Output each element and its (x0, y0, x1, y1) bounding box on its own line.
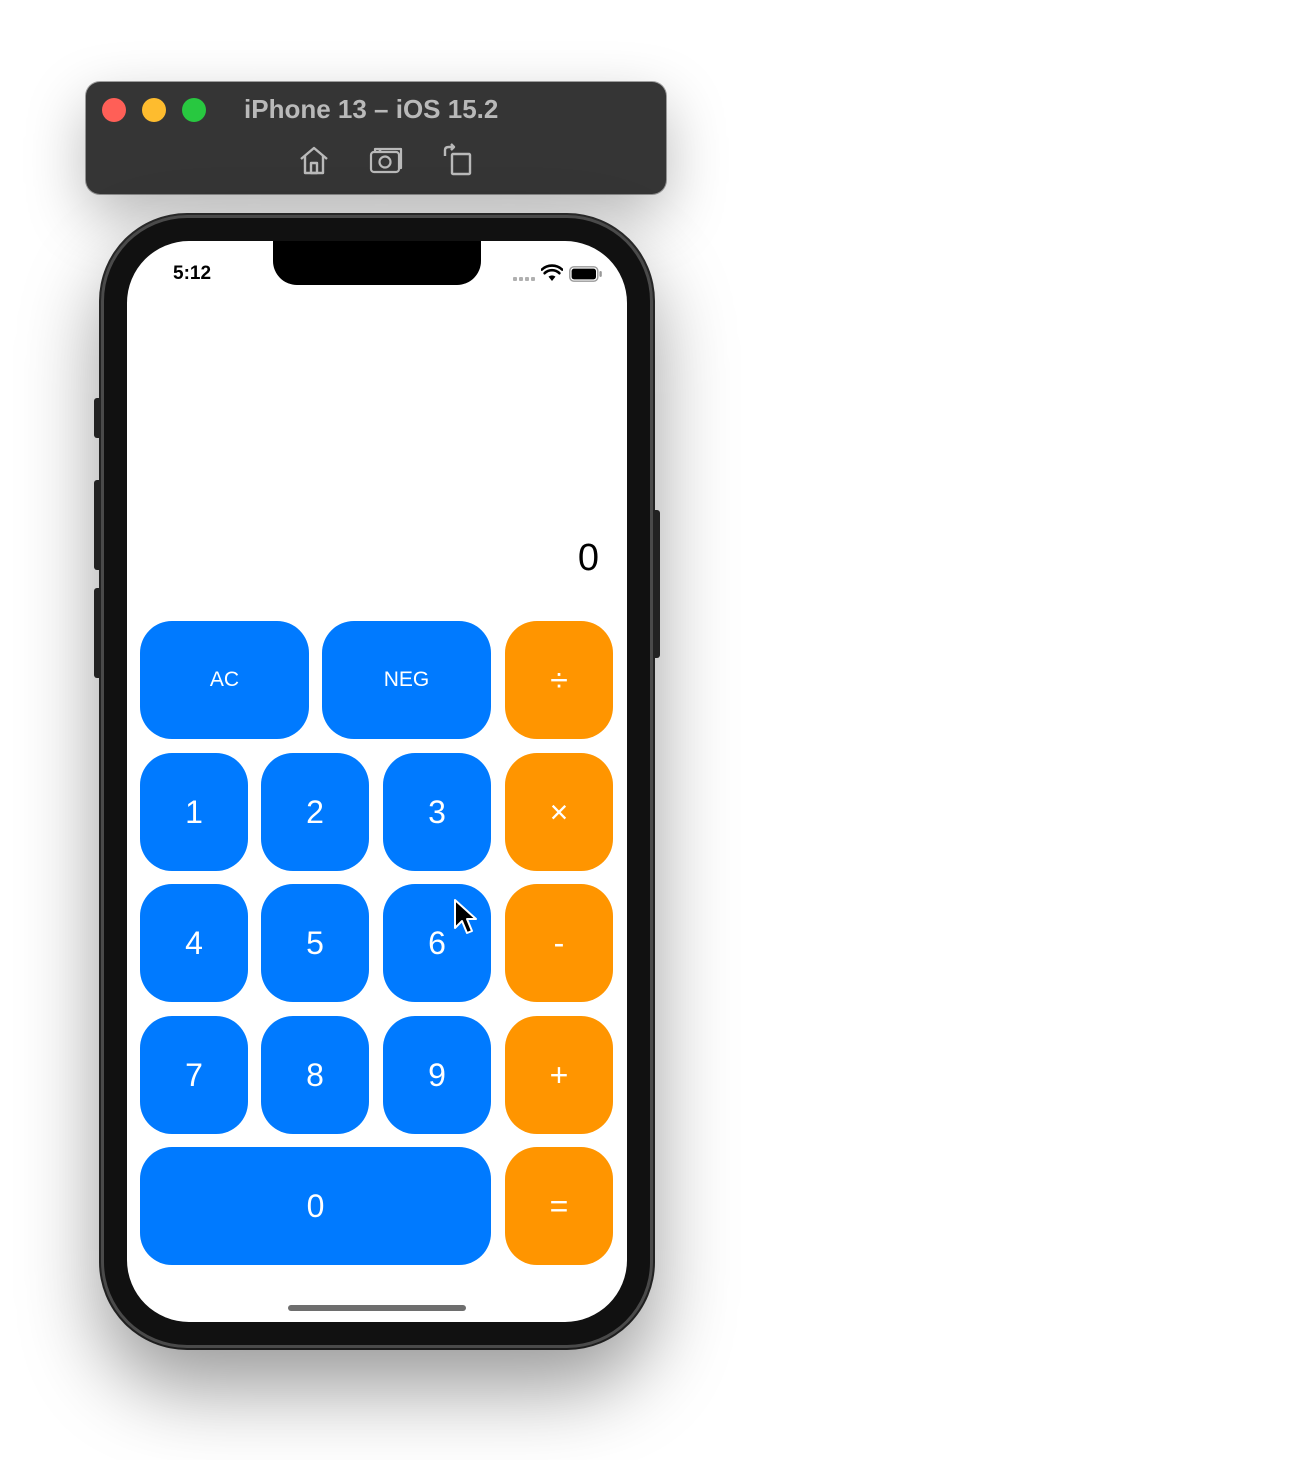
equals-button[interactable]: = (505, 1147, 613, 1265)
minus-button[interactable]: - (505, 884, 613, 1002)
mouse-cursor-icon (454, 899, 477, 934)
notch (273, 241, 481, 285)
ac-button[interactable]: AC (140, 621, 309, 739)
digit-4-button[interactable]: 4 (140, 884, 248, 1002)
simulator-titlebar: iPhone 13 – iOS 15.2 (86, 82, 666, 194)
window-title: iPhone 13 – iOS 15.2 (244, 94, 499, 124)
digit-7-button[interactable]: 7 (140, 1016, 248, 1134)
screenshot-icon[interactable] (368, 142, 404, 178)
minimize-button[interactable] (142, 98, 166, 122)
cellular-signal-icon (513, 275, 537, 281)
digit-3-button[interactable]: 3 (383, 753, 491, 871)
wifi-icon (541, 264, 563, 281)
rotate-icon[interactable] (440, 142, 476, 178)
battery-icon (569, 266, 602, 282)
desktop: iPhone 13 – iOS 15.2 5:12 0 AC NEG ÷ 1 2… (0, 0, 1312, 1460)
zoom-button[interactable] (182, 98, 206, 122)
digit-8-button[interactable]: 8 (261, 1016, 369, 1134)
multiply-button[interactable]: × (505, 753, 613, 871)
status-time: 5:12 (173, 263, 212, 284)
digit-1-button[interactable]: 1 (140, 753, 248, 871)
home-indicator[interactable] (288, 1305, 466, 1311)
power-button (652, 510, 660, 658)
home-icon[interactable] (296, 142, 332, 178)
iphone-screen: 5:12 0 AC NEG ÷ 1 2 3 × 4 5 6 - 7 8 9 + … (127, 241, 627, 1322)
digit-5-button[interactable]: 5 (261, 884, 369, 1002)
plus-button[interactable]: + (505, 1016, 613, 1134)
digit-2-button[interactable]: 2 (261, 753, 369, 871)
digit-9-button[interactable]: 9 (383, 1016, 491, 1134)
close-button[interactable] (102, 98, 126, 122)
calculator-display: 0 (577, 537, 599, 579)
digit-0-button[interactable]: 0 (140, 1147, 491, 1265)
neg-button[interactable]: NEG (322, 621, 491, 739)
divide-button[interactable]: ÷ (505, 621, 613, 739)
